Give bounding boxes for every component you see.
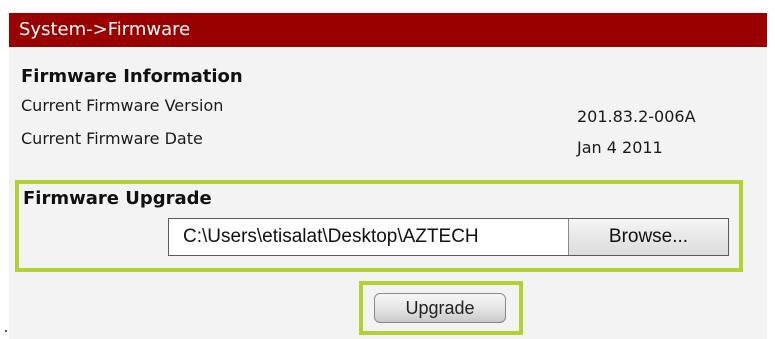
page-title: System->Firmware	[19, 19, 191, 40]
page-header: System->Firmware	[9, 13, 767, 47]
current-firmware-date-value: Jan 4 2011	[577, 138, 663, 157]
current-firmware-version-value: 201.83.2-006A	[577, 107, 696, 126]
firmware-upgrade-title: Firmware Upgrade	[23, 188, 212, 209]
upgrade-button[interactable]: Upgrade	[374, 293, 506, 323]
firmware-information-title: Firmware Information	[21, 66, 243, 87]
file-chooser[interactable]: C:\Users\etisalat\Desktop\AZTECH Browse.…	[168, 218, 729, 256]
browse-button[interactable]: Browse...	[569, 219, 728, 255]
file-path-input[interactable]: C:\Users\etisalat\Desktop\AZTECH	[169, 219, 569, 255]
current-firmware-date-label: Current Firmware Date	[21, 129, 203, 148]
current-firmware-version-label: Current Firmware Version	[21, 96, 224, 115]
firmware-page: System->Firmware Firmware Information Cu…	[0, 0, 775, 339]
stray-dot	[5, 330, 7, 332]
